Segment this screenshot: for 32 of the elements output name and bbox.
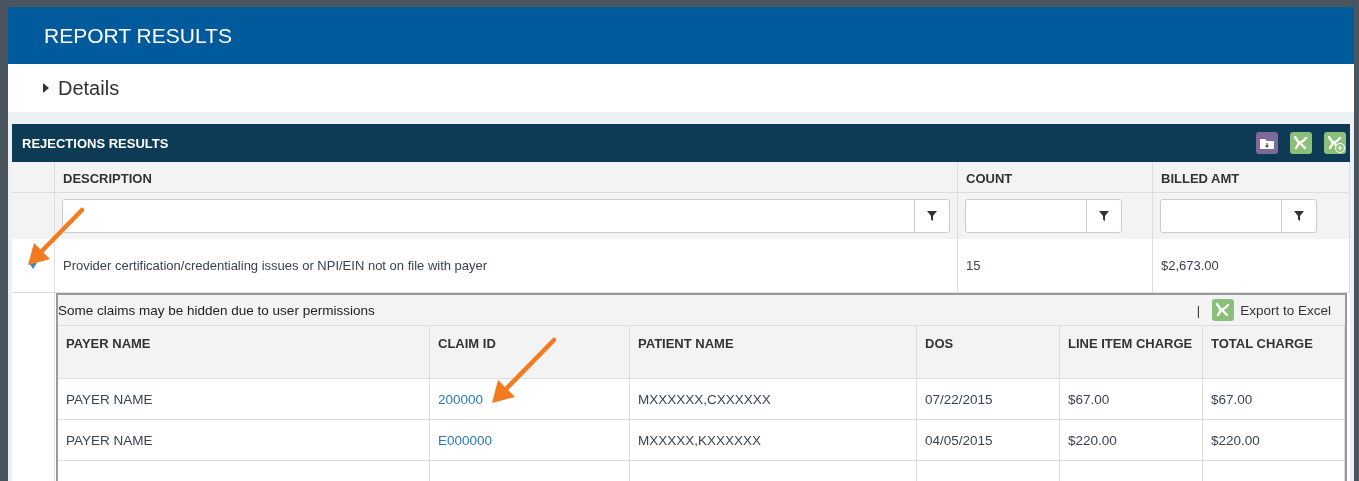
table-cell: $220.00	[1203, 419, 1345, 460]
table-cell: 07/22/2015	[917, 378, 1060, 419]
column-header: COUNT	[958, 162, 1153, 193]
excel-icon[interactable]	[1290, 132, 1312, 154]
filter-icon	[1294, 211, 1304, 221]
claim-link[interactable]: 200000	[438, 391, 484, 407]
details-toggle[interactable]: Details	[8, 64, 1354, 112]
folder-icon[interactable]	[1256, 132, 1278, 154]
claim-link[interactable]: E000000	[438, 432, 493, 448]
filter-field[interactable]	[1160, 199, 1317, 233]
table-cell: PAYER NAME	[58, 378, 430, 419]
report-title: REPORT RESULTS	[44, 23, 232, 48]
permissions-notice: Some claims may be hidden due to user permissions	[58, 302, 376, 318]
table-cell: 04/05/2015	[917, 419, 1060, 460]
table-cell: $220.00	[1060, 419, 1203, 460]
table-cell: PAYER NAME	[58, 419, 430, 460]
filter-field[interactable]	[62, 199, 950, 233]
table-cell: $67.00	[1060, 378, 1203, 419]
separator: |	[1196, 302, 1201, 318]
export-button[interactable]: Export to Excel	[1212, 299, 1331, 321]
filter-icon	[1099, 211, 1109, 221]
table-cell: MXXXXX,KXXXXXX	[630, 419, 917, 460]
filter-icon	[927, 211, 937, 221]
column-header: BILLED AMT	[1153, 162, 1350, 193]
table-cell: MXXXXXX,CXXXXXX	[630, 378, 917, 419]
panel-title: REJECTIONS RESULTS	[22, 135, 170, 151]
column-header: DESCRIPTION	[55, 162, 958, 193]
excel-icon[interactable]	[1212, 299, 1235, 321]
table-cell: $67.00	[1203, 378, 1345, 419]
caret-icon	[42, 83, 50, 94]
filter-field[interactable]	[965, 199, 1122, 233]
excel-add-icon[interactable]	[1324, 132, 1346, 154]
